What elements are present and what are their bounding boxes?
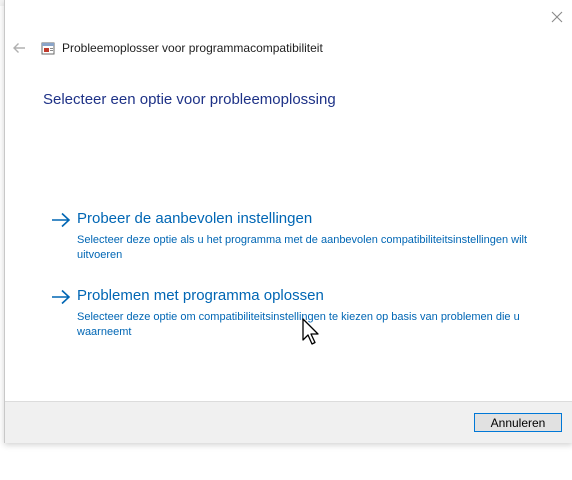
cancel-button-label: Annuleren	[490, 416, 546, 430]
dialog-header: Probleemoplosser voor programmacompatibi…	[5, 38, 572, 62]
option-title[interactable]: Problemen met programma oplossen	[77, 287, 324, 304]
arrow-right-icon	[49, 210, 73, 230]
mouse-pointer-icon	[302, 318, 320, 348]
arrow-right-icon	[49, 287, 73, 307]
option-description: Selecteer deze optie als u het programma…	[77, 234, 528, 261]
option-title[interactable]: Probeer de aanbevolen instellingen	[77, 210, 312, 227]
close-button[interactable]	[549, 10, 565, 26]
back-button[interactable]	[11, 40, 29, 58]
cancel-button[interactable]: Annuleren	[474, 413, 562, 432]
back-arrow-icon	[13, 43, 25, 53]
troubleshooter-app-icon	[41, 41, 56, 56]
page-heading: Selecteer een optie voor probleemoplossi…	[43, 91, 336, 108]
dialog-footer: Annuleren	[5, 401, 572, 443]
troubleshooter-dialog: Probleemoplosser voor programmacompatibi…	[4, 0, 572, 443]
dialog-title: Probleemoplosser voor programmacompatibi…	[62, 41, 323, 55]
close-icon	[551, 11, 563, 23]
